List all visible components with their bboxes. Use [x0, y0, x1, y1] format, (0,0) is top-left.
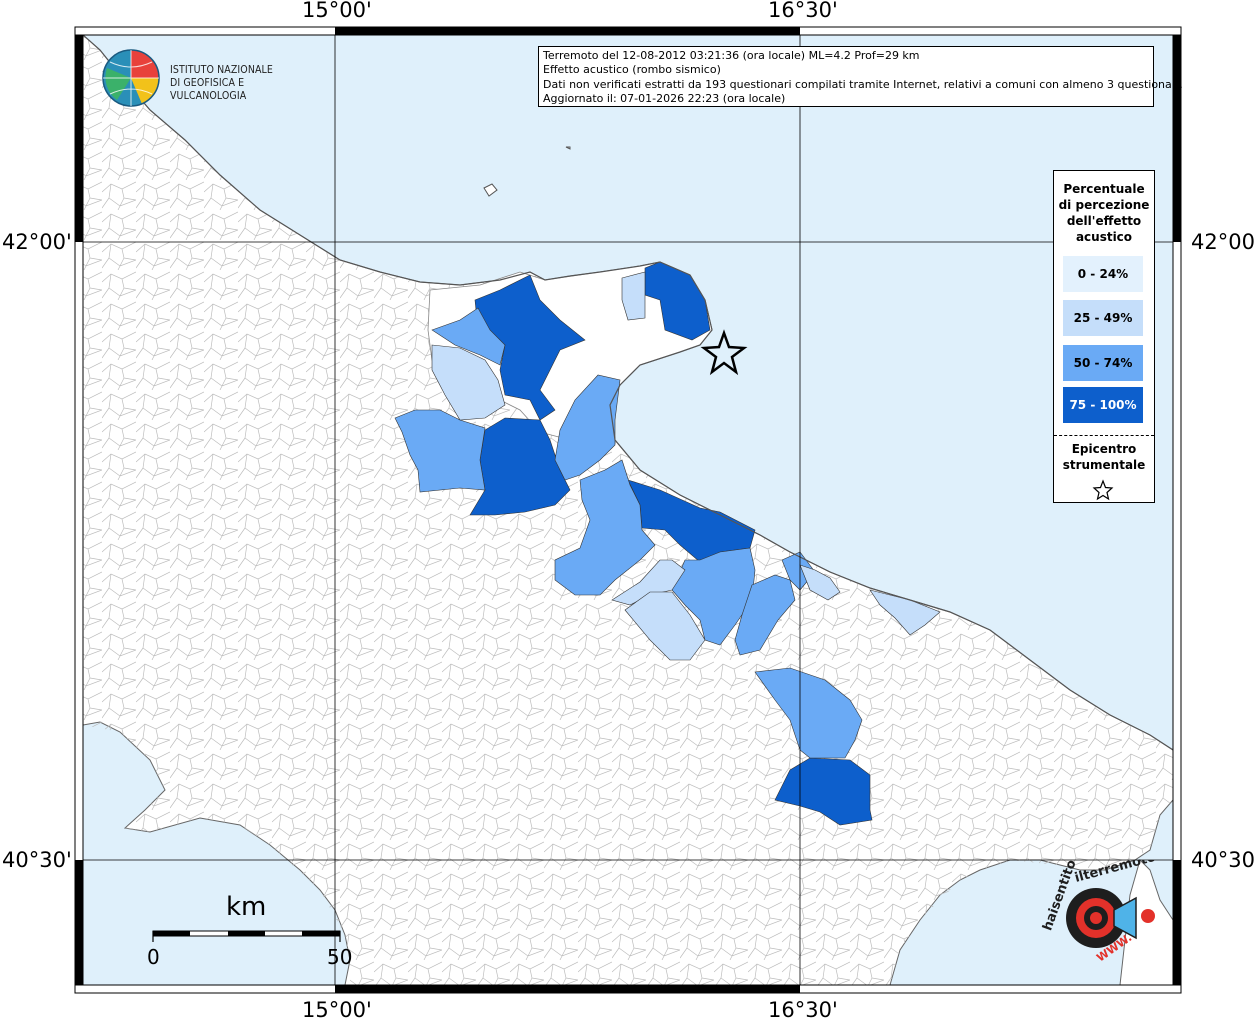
legend-epicenter-line-2: strumentale	[1062, 458, 1146, 472]
legend-title-line-4: acustico	[1075, 230, 1133, 244]
scale-unit: km	[226, 892, 267, 922]
lat-label-lower-left: 40°30'	[2, 848, 72, 872]
legend-epicenter-label: Epicentro strumentale	[1054, 441, 1154, 473]
frame-right-black-top	[1173, 35, 1181, 242]
lat-label-upper-right: 42°00'	[1191, 230, 1256, 254]
target-megaphone-icon: haisentito ilterremoto.it WWW.	[1040, 846, 1172, 965]
frame-bottom-black	[335, 985, 800, 993]
svg-text:ilterremoto.it: ilterremoto.it	[1073, 860, 1166, 886]
legend-class-0-24: 0 - 24%	[1063, 256, 1143, 292]
frame-top-black	[335, 27, 800, 35]
lon-label-bottom-right: 16°30'	[768, 998, 838, 1022]
haisentito-logo: haisentito ilterremoto.it WWW.	[1036, 846, 1172, 980]
legend-class-25-49: 25 - 49%	[1063, 300, 1143, 336]
legend-title-line-3: dell'effetto	[1066, 214, 1142, 228]
legend-title-line-2: di percezione	[1058, 198, 1150, 212]
lat-label-lower-right: 40°30'	[1191, 848, 1256, 872]
legend: Percentuale di percezione dell'effetto a…	[1053, 170, 1155, 503]
ingv-logo: ISTITUTO NAZIONALE DI GEOFISICA E VULCAN…	[102, 48, 322, 108]
lon-label-top-left: 15°00'	[302, 0, 372, 22]
logo-line-1: ISTITUTO NAZIONALE	[170, 64, 273, 76]
update-time: Aggiornato il: 07-01-2026 22:23 (ora loc…	[543, 92, 786, 106]
frame-left-black-bottom	[75, 860, 83, 985]
legend-epicenter-line-1: Epicentro	[1071, 442, 1137, 456]
star-outline-icon	[1092, 479, 1114, 501]
event-info-box: Terremoto del 12-08-2012 03:21:36 (ora l…	[538, 46, 1183, 107]
legend-title: Percentuale di percezione dell'effetto a…	[1054, 181, 1154, 245]
legend-class-50-74: 50 - 74%	[1063, 345, 1143, 381]
effect-type: Effetto acustico (rombo sismico)	[543, 63, 721, 77]
scale-max: 50	[327, 945, 353, 969]
legend-divider	[1054, 435, 1154, 436]
logo-line-2: DI GEOFISICA E VULCANOLOGIA	[170, 77, 247, 102]
lat-label-upper-left: 42°00'	[2, 230, 72, 254]
data-note: Dati non verificati estratti da 193 ques…	[543, 77, 1183, 91]
legend-title-line-1: Percentuale	[1063, 182, 1145, 196]
legend-class-75-100: 75 - 100%	[1063, 387, 1143, 423]
frame-left-black-top	[75, 35, 83, 242]
frame-right-black-bottom	[1173, 860, 1181, 985]
lon-label-bottom-left: 15°00'	[302, 998, 372, 1022]
event-title: Terremoto del 12-08-2012 03:21:36 (ora l…	[543, 49, 920, 62]
lon-label-top-right: 16°30'	[768, 0, 838, 22]
scale-min: 0	[147, 945, 160, 969]
ingv-globe-icon	[102, 49, 160, 107]
